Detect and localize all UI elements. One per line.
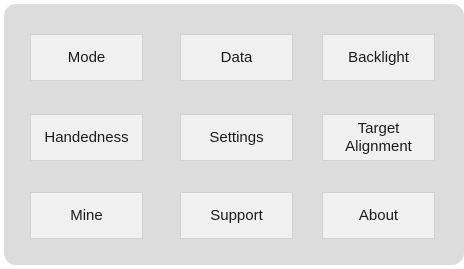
settings-button-label: Settings [209,128,264,146]
about-button-label: About [358,206,399,224]
mine-button[interactable]: Mine [30,192,143,239]
target-alignment-button-label: Target Alignment [345,119,412,155]
target-alignment-button[interactable]: Target Alignment [322,114,435,161]
support-button[interactable]: Support [180,192,293,239]
mine-button-label: Mine [70,206,103,224]
settings-button[interactable]: Settings [180,114,293,161]
mode-button[interactable]: Mode [30,34,143,81]
data-button[interactable]: Data [180,34,293,81]
mode-button-label: Mode [67,48,106,66]
data-button-label: Data [220,48,253,66]
support-button-label: Support [210,206,263,224]
about-button[interactable]: About [322,192,435,239]
backlight-button[interactable]: Backlight [322,34,435,81]
handedness-button-label: Handedness [44,128,129,146]
handedness-button[interactable]: Handedness [30,114,143,161]
backlight-button-label: Backlight [348,48,409,66]
